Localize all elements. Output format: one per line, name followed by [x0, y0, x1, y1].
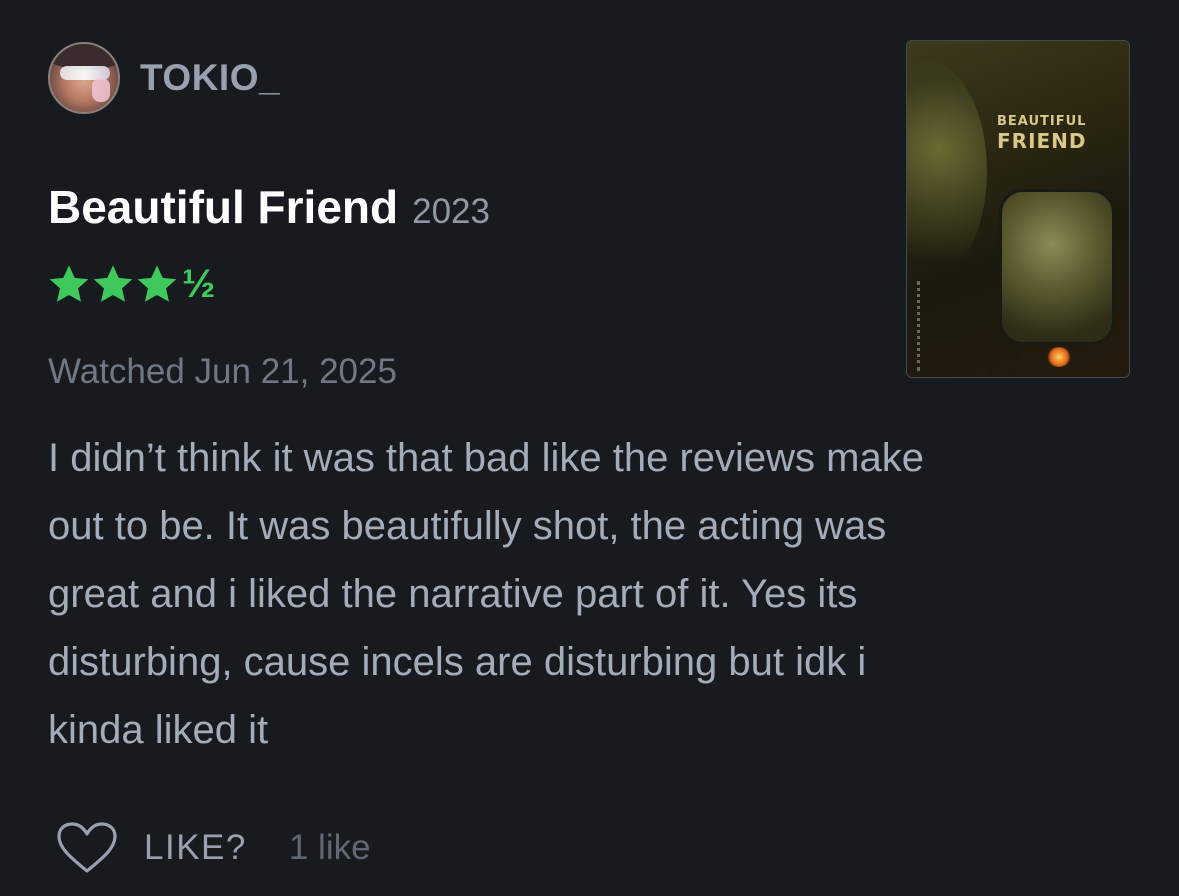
star-icon	[49, 265, 89, 302]
review-card: TOKIO_ Beautiful Friend 2023 ½ Watched J…	[0, 0, 1179, 896]
star-icon	[93, 265, 133, 302]
watched-date: Watched Jun 21, 2025	[48, 352, 397, 391]
film-poster[interactable]: BEAUTIFUL FRIEND	[906, 40, 1130, 378]
reviewer-row[interactable]: TOKIO_	[48, 40, 280, 116]
film-heading: Beautiful Friend 2023	[48, 180, 490, 234]
half-star: ½	[182, 262, 216, 306]
poster-mirror	[999, 189, 1115, 345]
like-count[interactable]: 1 like	[289, 828, 371, 868]
review-body: I didn’t think it was that bad like the …	[48, 424, 1128, 764]
poster-fire	[1047, 347, 1071, 367]
film-title[interactable]: Beautiful Friend	[48, 180, 398, 234]
like-label[interactable]: LIKE?	[144, 828, 247, 868]
star-icon	[137, 265, 177, 302]
like-button[interactable]: LIKE?	[56, 821, 247, 875]
poster-face	[907, 61, 987, 281]
poster-title-line2: FRIEND	[997, 129, 1087, 153]
film-year[interactable]: 2023	[412, 192, 490, 232]
avatar[interactable]	[48, 42, 120, 114]
poster-title-line1: BEAUTIFUL	[997, 114, 1087, 129]
avatar-hand	[92, 78, 110, 102]
username[interactable]: TOKIO_	[140, 57, 280, 99]
like-row: LIKE? 1 like	[56, 818, 371, 878]
poster-chain	[917, 281, 936, 371]
poster-title: BEAUTIFUL FRIEND	[997, 115, 1087, 151]
heart-outline-icon[interactable]	[56, 821, 118, 875]
review-text: I didn’t think it was that bad like the …	[48, 436, 924, 752]
star-rating: ½	[48, 264, 215, 304]
